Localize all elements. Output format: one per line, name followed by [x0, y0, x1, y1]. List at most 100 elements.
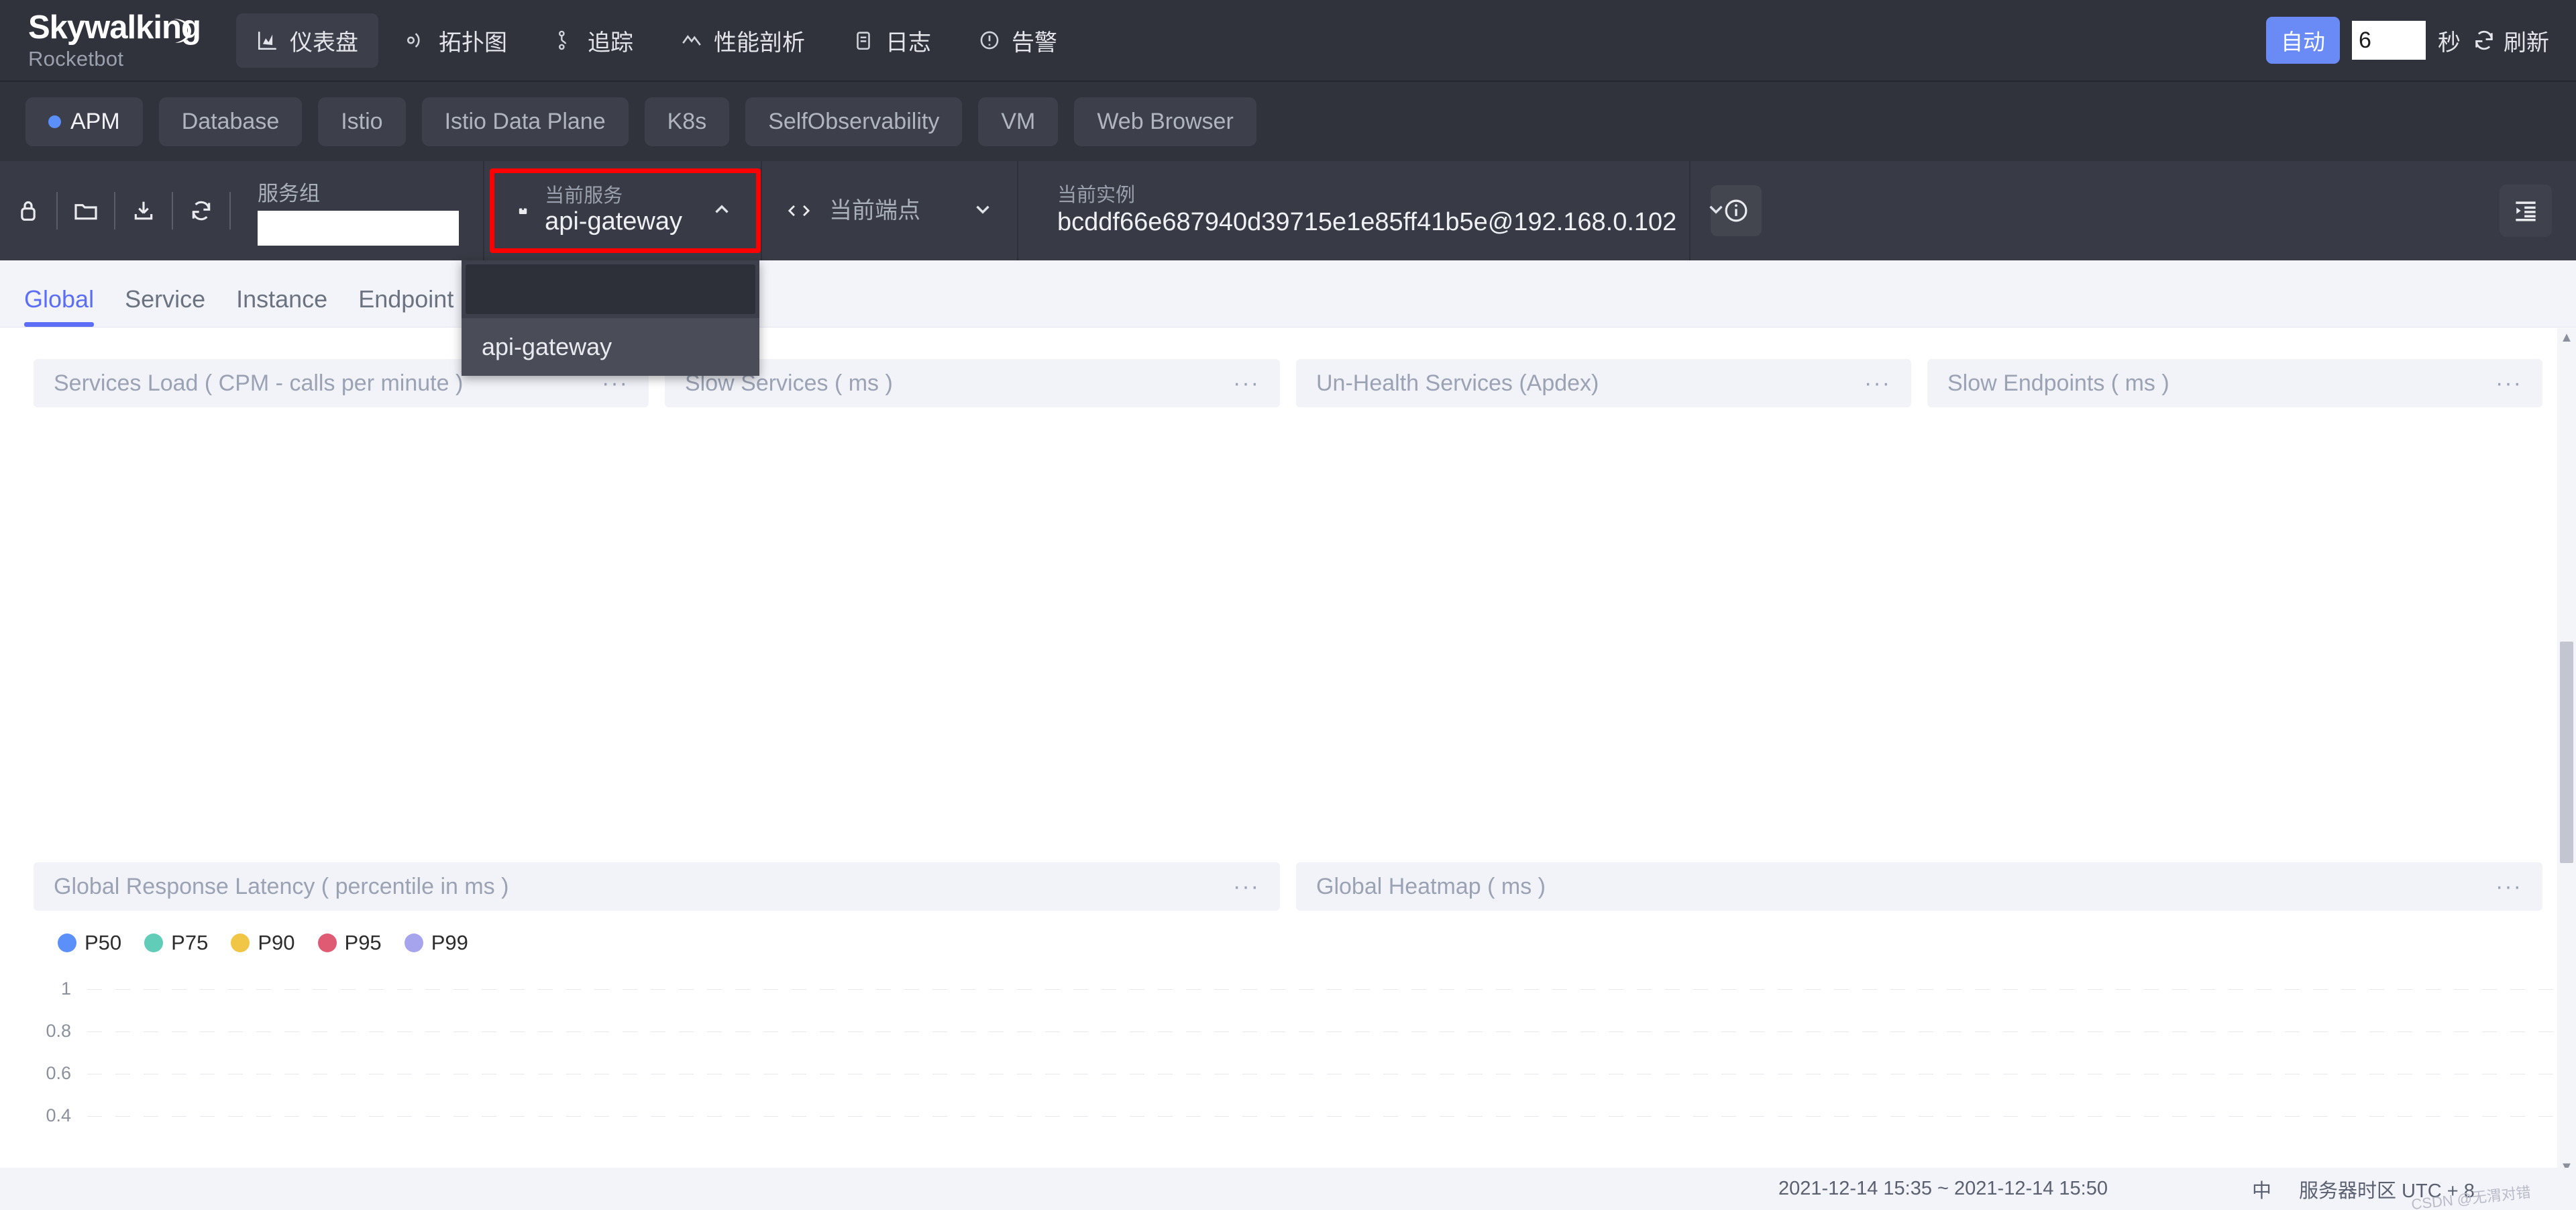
current-instance-value: bcddf66e687940d39715e1e85ff41b5e@192.168…	[1057, 207, 1677, 236]
language-toggle[interactable]: 中	[2252, 1175, 2271, 1203]
download-button[interactable]	[115, 197, 172, 224]
tab-apm[interactable]: APM	[25, 97, 143, 146]
legend-item-p99[interactable]: P99	[404, 931, 468, 955]
legend-label: P50	[85, 931, 122, 954]
refresh-controls: 自动 秒 刷新	[2266, 17, 2549, 64]
nav-label-dashboard: 仪表盘	[290, 30, 358, 56]
lock-button[interactable]	[0, 197, 56, 224]
legend-item-p75[interactable]: P75	[144, 931, 208, 955]
indent-list-icon	[2516, 201, 2536, 221]
service-dropdown: api-gateway	[462, 260, 759, 376]
tab-label-selfobservability: SelfObservability	[768, 108, 940, 134]
service-dropdown-search[interactable]	[466, 264, 755, 314]
widget-body	[665, 407, 1280, 823]
legend-item-p95[interactable]: P95	[317, 931, 382, 955]
scroll-up-arrow-icon[interactable]: ▲	[2557, 328, 2576, 347]
widget-body	[34, 407, 649, 823]
y-axis-tick-label: 0.4	[46, 1105, 71, 1125]
legend-label: P75	[171, 931, 209, 954]
tab-istio-data-plane[interactable]: Istio Data Plane	[421, 97, 629, 146]
nav-label-profile: 性能剖析	[714, 30, 805, 56]
nav-item-topology[interactable]: 拓扑图	[385, 13, 527, 68]
subtab-endpoint[interactable]: Endpoint	[358, 285, 453, 327]
widget-menu-button[interactable]: ···	[2496, 874, 2522, 900]
legend-color-swatch	[144, 934, 164, 952]
widget-menu-button[interactable]: ···	[1233, 874, 1260, 900]
topology-icon	[407, 33, 420, 48]
sync-icon	[192, 201, 211, 221]
subtab-global[interactable]: Global	[24, 285, 95, 327]
nav-item-dashboard[interactable]: 仪表盘	[236, 13, 378, 68]
dashboard-content: Services Load ( CPM - calls per minute )…	[0, 328, 2576, 1176]
current-endpoint-selector[interactable]: 当前端点	[762, 161, 1017, 260]
tab-web-browser[interactable]: Web Browser	[1074, 97, 1256, 146]
lock-icon	[21, 201, 36, 221]
widget-menu-button[interactable]: ···	[1233, 370, 1260, 397]
legend-color-swatch	[404, 934, 423, 952]
service-group-field: 服务组	[258, 177, 459, 246]
tab-istio[interactable]: Istio	[318, 97, 406, 146]
scrollbar-thumb[interactable]	[2560, 642, 2573, 863]
tab-database[interactable]: Database	[158, 97, 303, 146]
moon-icon	[174, 19, 191, 43]
sync-button[interactable]	[173, 197, 229, 224]
legend-label: P95	[344, 931, 382, 954]
dashboard-scope-tabs: Global Service Instance Endpoint	[0, 260, 2576, 327]
legend-color-swatch	[317, 934, 337, 952]
active-dot-icon	[48, 115, 61, 128]
refresh-button[interactable]: 刷新	[2473, 24, 2549, 57]
legend-item-p50[interactable]: P50	[58, 931, 121, 955]
widget-header: Global Response Latency ( percentile in …	[34, 862, 1280, 911]
widget-un-health-services: Un-Health Services (Apdex) ···	[1296, 359, 1911, 823]
service-group-input[interactable]	[258, 210, 459, 246]
widget-body	[1296, 911, 2542, 1176]
service-dropdown-option-api-gateway[interactable]: api-gateway	[462, 318, 759, 376]
content-scrollbar[interactable]: ▲ ▼	[2557, 328, 2576, 1176]
nav-item-trace[interactable]: 追踪	[534, 13, 653, 68]
folder-button[interactable]	[58, 197, 114, 224]
time-range-label[interactable]: 2021-12-14 15:35 ~ 2021-12-14 15:50	[1778, 1178, 2108, 1200]
widget-global-heatmap: Global Heatmap ( ms ) ···	[1296, 862, 2542, 1176]
widget-title: Services Load ( CPM - calls per minute )	[54, 370, 464, 396]
chevron-up-icon[interactable]	[698, 198, 733, 224]
download-icon	[134, 201, 153, 220]
profile-icon	[682, 35, 701, 46]
nav-items: 仪表盘 拓扑图 追踪 性能剖析 日志 告警	[236, 13, 1077, 68]
y-axis-tick-label: 1	[60, 978, 71, 999]
log-icon	[857, 32, 870, 50]
nav-item-alarm[interactable]: 告警	[958, 13, 1077, 68]
nav-item-profile[interactable]: 性能剖析	[660, 13, 825, 68]
tab-label-database: Database	[181, 108, 280, 134]
chevron-down-icon[interactable]	[1693, 198, 1727, 224]
tab-vm[interactable]: VM	[978, 97, 1059, 146]
top-navigation-bar: Skywalking Rocketbot 仪表盘 拓扑图 追踪 性能剖析 日志 …	[0, 0, 2576, 82]
status-bar: 2021-12-14 15:35 ~ 2021-12-14 15:50 中 服务…	[0, 1168, 2576, 1210]
seconds-label: 秒	[2438, 30, 2461, 56]
nav-label-log: 日志	[885, 30, 931, 56]
tab-k8s[interactable]: K8s	[644, 97, 730, 146]
legend-item-p90[interactable]: P90	[231, 931, 295, 955]
auto-refresh-button[interactable]: 自动	[2266, 17, 2340, 64]
nav-label-topology: 拓扑图	[439, 30, 507, 56]
subtab-service[interactable]: Service	[125, 285, 205, 327]
current-service-selector[interactable]: 当前服务 api-gateway	[490, 168, 761, 253]
tab-selfobservability[interactable]: SelfObservability	[745, 97, 963, 146]
current-endpoint-texts: 当前端点	[829, 197, 920, 224]
chevron-down-icon[interactable]	[959, 198, 994, 224]
service-group-label: 服务组	[258, 181, 320, 205]
dashboard-toolbar: 服务组 当前服务 api-gateway 当前端点 当前实例 bcddf66e6…	[0, 161, 2576, 260]
nav-item-log[interactable]: 日志	[832, 13, 951, 68]
alarm-icon	[980, 31, 999, 50]
refresh-interval-input[interactable]	[2352, 21, 2426, 60]
y-axis-tick-label: 0.8	[46, 1021, 71, 1041]
current-instance-selector[interactable]: 当前实例 bcddf66e687940d39715e1e85ff41b5e@19…	[1018, 161, 1723, 260]
subtab-instance[interactable]: Instance	[236, 285, 327, 327]
tab-label-vm: VM	[1001, 108, 1036, 134]
tab-label-istio-data-plane: Istio Data Plane	[444, 108, 606, 134]
brand-logo[interactable]: Skywalking Rocketbot	[28, 11, 201, 70]
nav-label-alarm: 告警	[1012, 30, 1057, 56]
toggle-panel-button[interactable]	[2500, 185, 2552, 237]
widget-menu-button[interactable]: ···	[2496, 370, 2522, 397]
current-instance-texts: 当前实例 bcddf66e687940d39715e1e85ff41b5e@19…	[1057, 184, 1676, 237]
widget-menu-button[interactable]: ···	[1864, 370, 1891, 397]
